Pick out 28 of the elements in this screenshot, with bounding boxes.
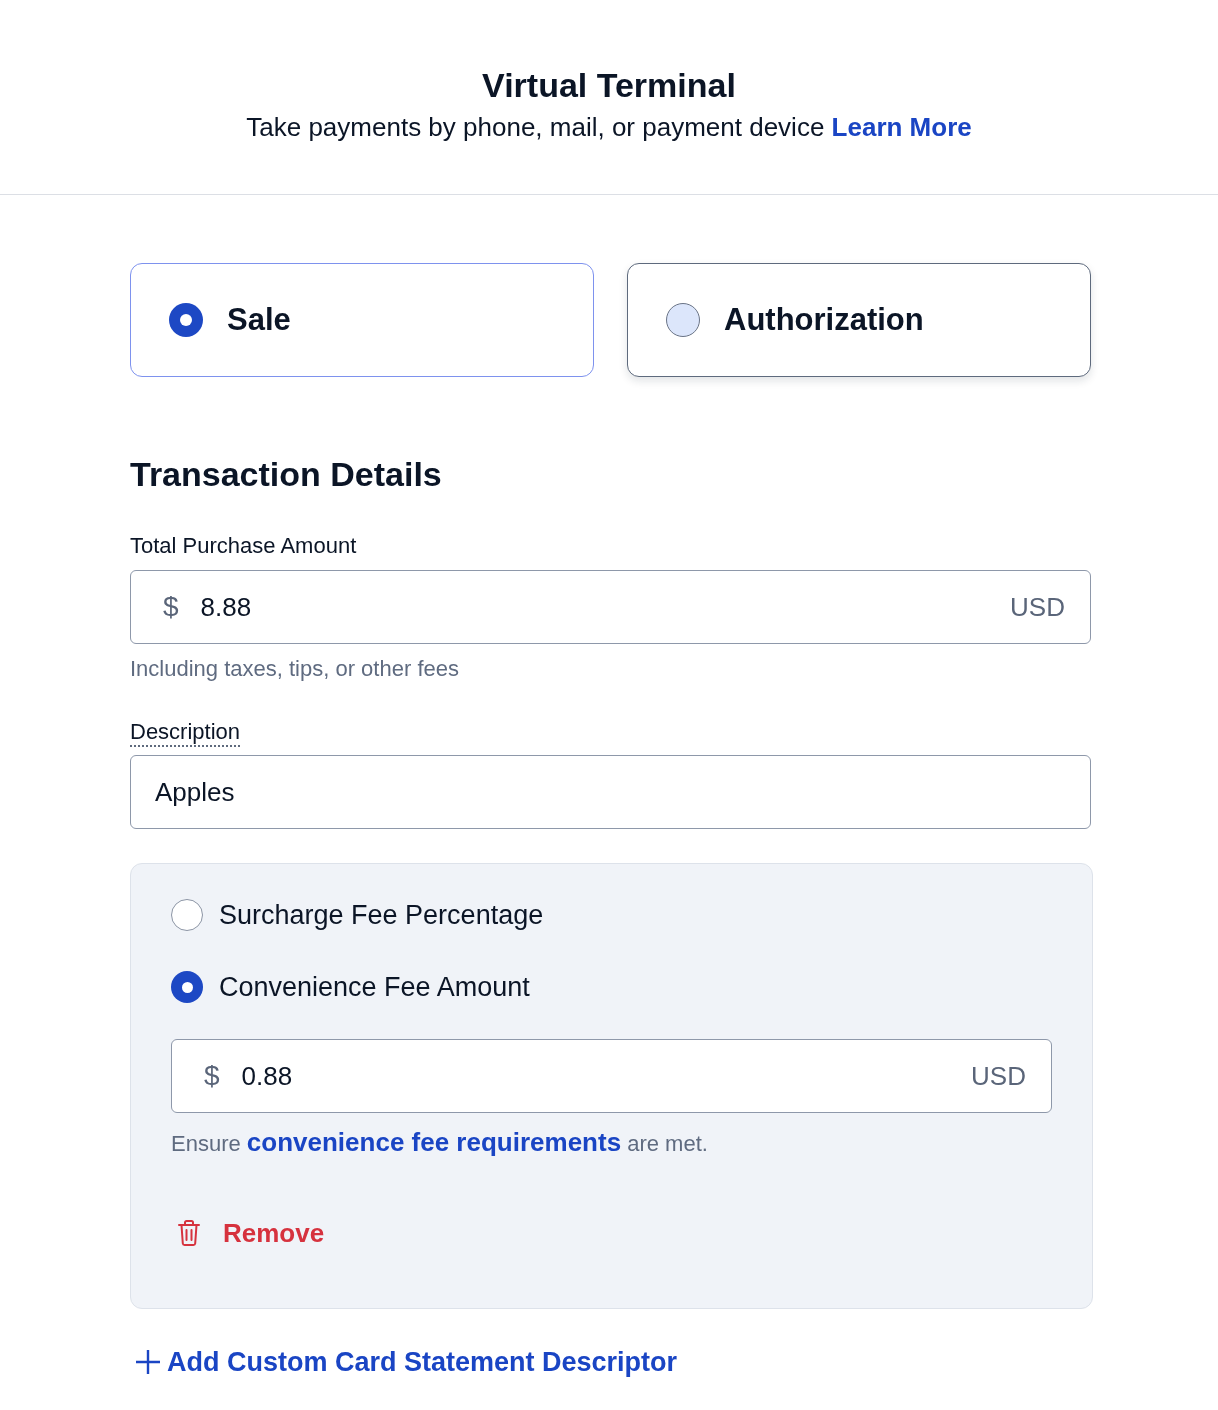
fee-note: Ensure convenience fee requirements are met. [171, 1127, 709, 1159]
field-hint: Including taxes, tips, or other fees [130, 655, 460, 683]
add-descriptor-link[interactable]: Add Custom Card Statement Descriptor [130, 1345, 678, 1379]
currency-code: USD [1010, 591, 1065, 623]
description-input-field[interactable]: Apples [130, 755, 1091, 829]
currency-symbol: $ [163, 591, 179, 623]
field-label: Total Purchase Amount [130, 532, 357, 560]
radio-icon[interactable] [666, 303, 700, 337]
fee-amount-input-field[interactable]: $ 0.88 USD [171, 1039, 1052, 1113]
radio-icon[interactable] [171, 899, 203, 931]
page-subtitle: Take payments by phone, mail, or payment device Learn More [245, 111, 973, 144]
remove-button[interactable]: Remove [171, 1217, 325, 1249]
requirements-link[interactable]: convenience fee requirements [246, 1127, 622, 1157]
currency-code: USD [971, 1060, 1026, 1092]
fee-option[interactable]: Convenience Fee Amount [171, 971, 1052, 1003]
radio-icon[interactable] [169, 303, 203, 337]
learn-more-link[interactable]: Learn More [831, 112, 972, 142]
plus-icon [135, 1349, 161, 1375]
amount-input-field[interactable]: $ 8.88 USD [130, 570, 1091, 644]
currency-symbol: $ [204, 1060, 220, 1092]
trash-icon [177, 1219, 201, 1247]
transaction-type-option[interactable]: Authorization [627, 263, 1091, 377]
transaction-type-option[interactable]: Sale [130, 263, 594, 377]
field-label: Description [130, 718, 241, 747]
section-title: Transaction Details [130, 454, 443, 495]
fee-option[interactable]: Surcharge Fee Percentage [171, 899, 1052, 931]
radio-icon[interactable] [171, 971, 203, 1003]
page-title: Virtual Terminal [481, 65, 737, 106]
